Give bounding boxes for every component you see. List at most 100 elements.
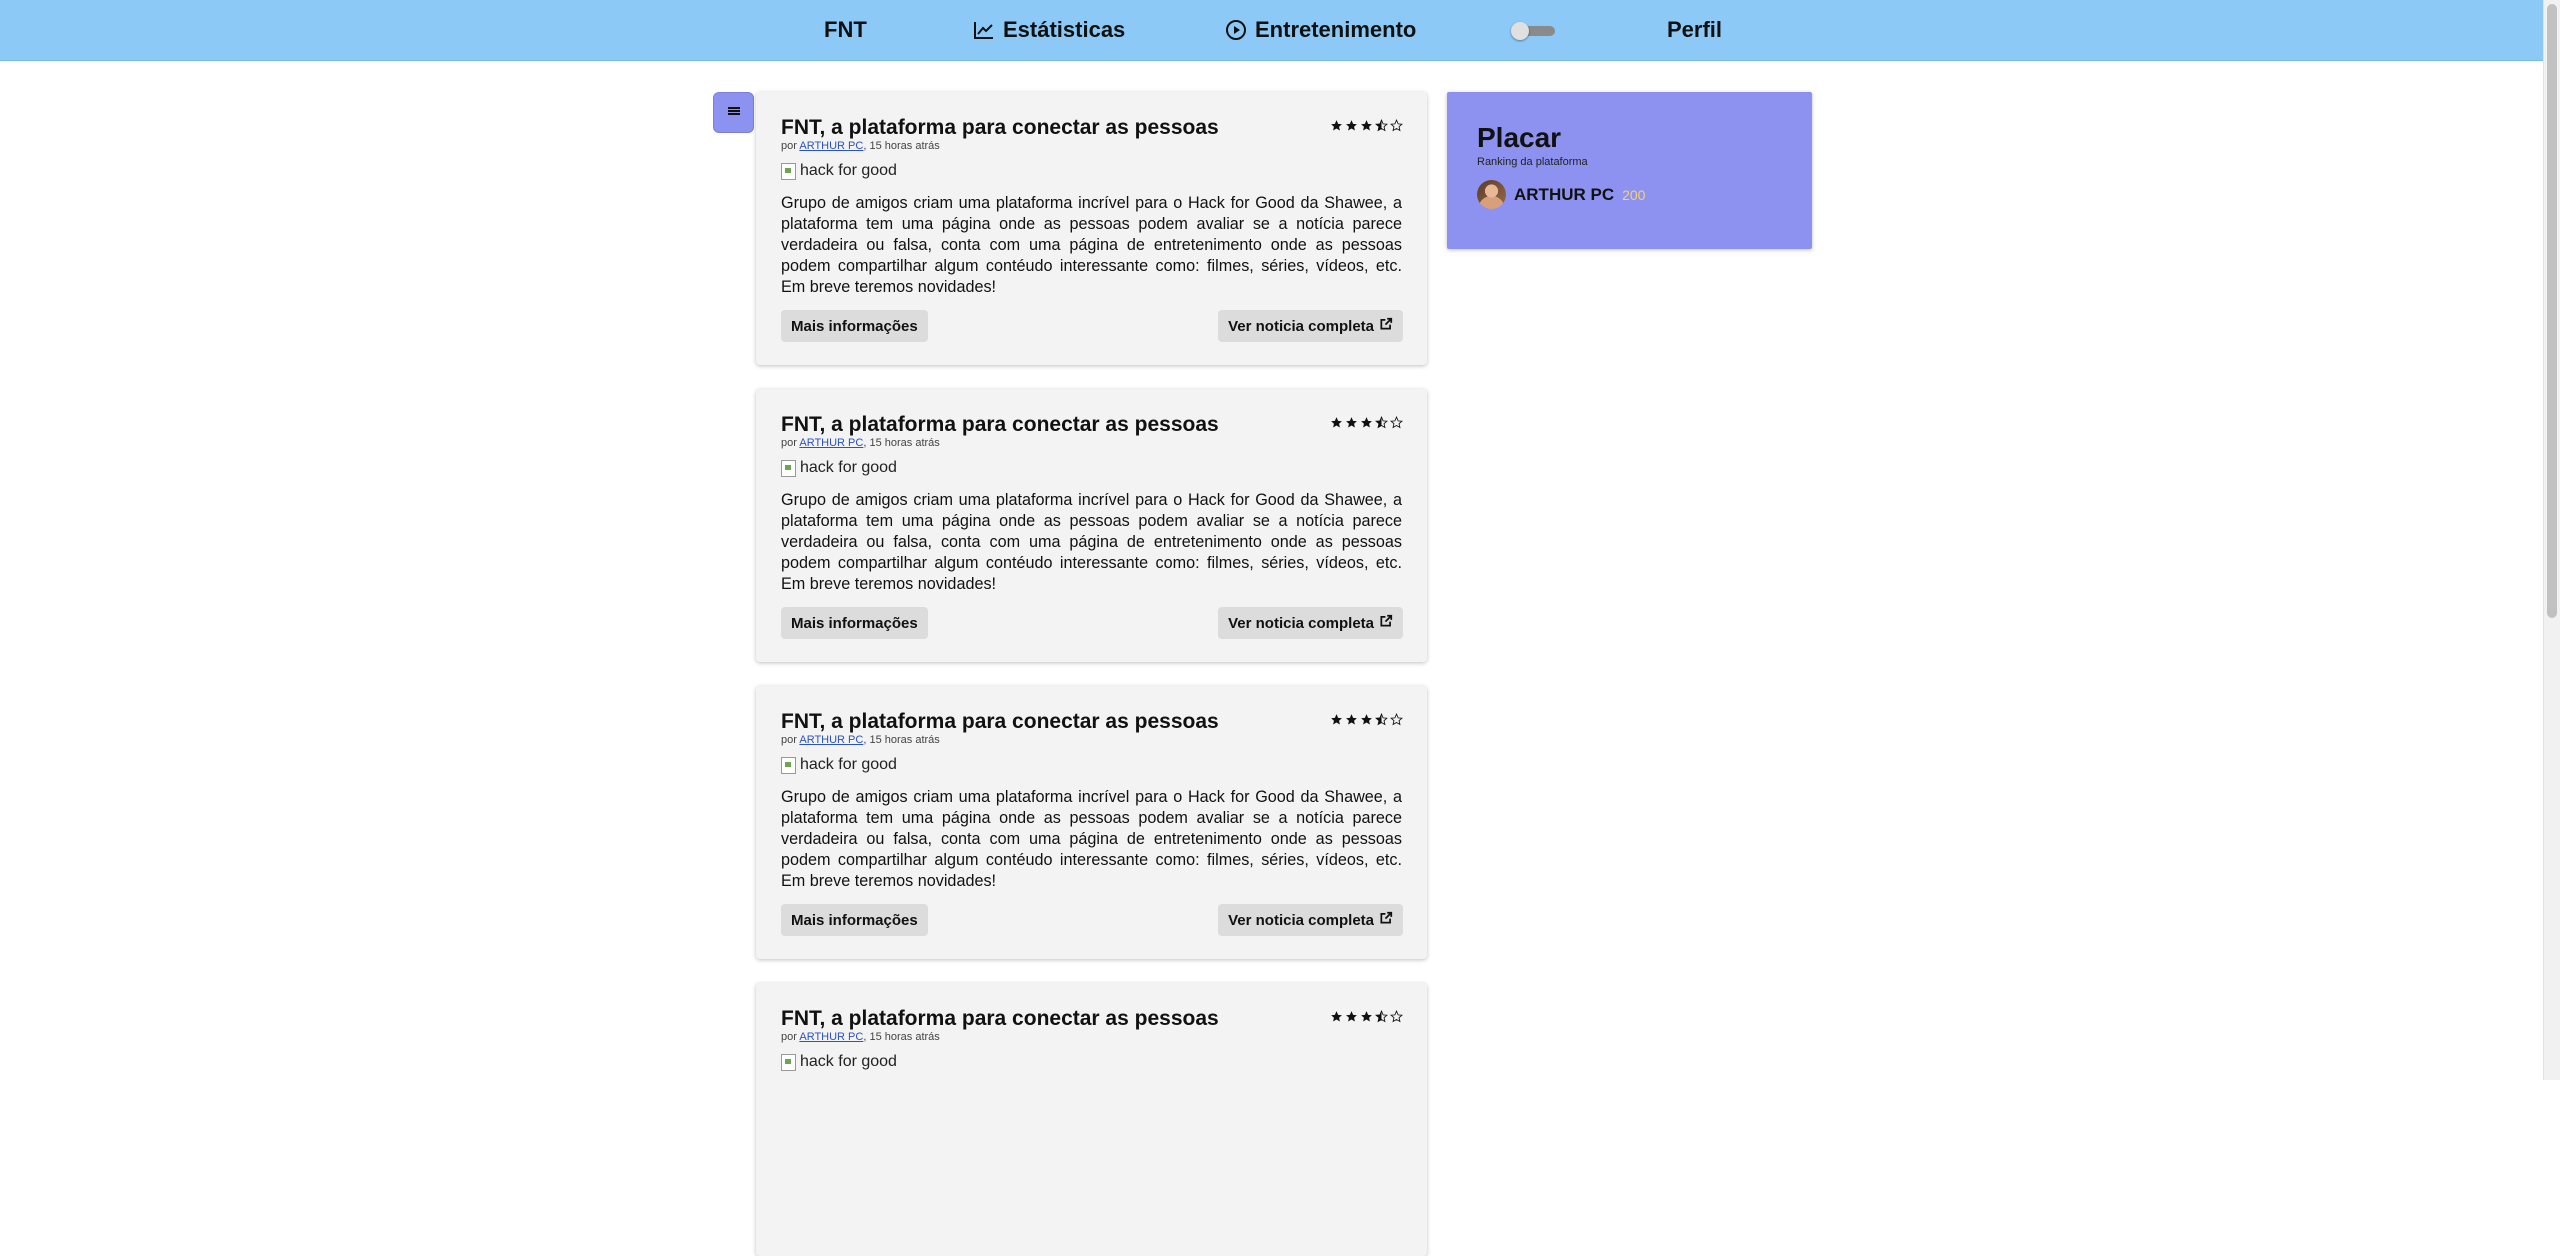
star-full-icon[interactable]	[1345, 1010, 1358, 1023]
nav-stats-label: Estátisticas	[1003, 17, 1126, 42]
external-link-icon	[1379, 317, 1393, 335]
star-full-icon[interactable]	[1345, 119, 1358, 132]
external-link-icon	[1379, 911, 1393, 929]
star-full-icon[interactable]	[1360, 1010, 1373, 1023]
star-full-icon[interactable]	[1345, 713, 1358, 726]
star-full-icon[interactable]	[1345, 416, 1358, 429]
star-full-icon[interactable]	[1360, 713, 1373, 726]
more-info-label: Mais informações	[791, 614, 918, 632]
page-scrollbar[interactable]	[2543, 0, 2560, 1080]
byline-prefix: por	[781, 1031, 797, 1043]
star-half-icon[interactable]	[1375, 119, 1388, 132]
nav-entertainment[interactable]: Entretenimento	[1225, 0, 1416, 60]
view-full-news-button[interactable]: Ver noticia completa	[1218, 310, 1403, 342]
nav-stats[interactable]: Estátisticas	[973, 0, 1125, 60]
news-card: FNT, a plataforma para conectar as pesso…	[756, 92, 1427, 365]
theme-toggle[interactable]	[1511, 22, 1555, 40]
nav-brand[interactable]: FNT	[824, 0, 867, 60]
scoreboard-subtitle: Ranking da plataforma	[1477, 156, 1588, 168]
brand-label: FNT	[824, 17, 867, 42]
star-full-icon[interactable]	[1360, 416, 1373, 429]
star-full-icon[interactable]	[1330, 119, 1343, 132]
avatar	[1477, 180, 1506, 209]
menu-button[interactable]	[713, 92, 754, 133]
view-full-news-button[interactable]: Ver noticia completa	[1218, 904, 1403, 936]
view-full-news-label: Ver noticia completa	[1228, 614, 1374, 632]
news-body: Grupo de amigos criam uma plataforma inc…	[781, 194, 1402, 296]
news-image-alt: hack for good	[800, 756, 897, 773]
news-title: FNT, a plataforma para conectar as pesso…	[781, 1007, 1219, 1030]
nav-profile-label: Perfil	[1667, 17, 1723, 42]
news-card: FNT, a plataforma para conectar as pesso…	[756, 983, 1427, 1256]
view-full-news-label: Ver noticia completa	[1228, 317, 1374, 335]
broken-image-icon	[781, 162, 796, 180]
menu-icon	[727, 104, 741, 122]
star-half-icon[interactable]	[1375, 1010, 1388, 1023]
star-full-icon[interactable]	[1330, 1010, 1343, 1023]
author-link[interactable]: ARTHUR PC	[799, 437, 863, 449]
more-info-button[interactable]: Mais informações	[781, 904, 928, 936]
star-empty-icon[interactable]	[1390, 119, 1403, 132]
news-image: hack for good	[781, 162, 897, 180]
star-empty-icon[interactable]	[1390, 1010, 1403, 1023]
news-image: hack for good	[781, 756, 897, 774]
view-full-news-button[interactable]: Ver noticia completa	[1218, 607, 1403, 639]
star-half-icon[interactable]	[1375, 416, 1388, 429]
news-card: FNT, a plataforma para conectar as pesso…	[756, 389, 1427, 662]
star-rating[interactable]	[1330, 119, 1403, 132]
star-rating[interactable]	[1330, 1010, 1403, 1023]
play-circle-icon	[1225, 19, 1247, 41]
toggle-knob	[1511, 22, 1529, 40]
more-info-button[interactable]: Mais informações	[781, 310, 928, 342]
news-byline: por ARTHUR PC, 15 horas atrás	[781, 140, 940, 152]
news-image: hack for good	[781, 1053, 897, 1071]
star-full-icon[interactable]	[1360, 119, 1373, 132]
external-link-icon	[1379, 614, 1393, 632]
scrollbar-thumb[interactable]	[2547, 4, 2557, 618]
star-full-icon[interactable]	[1330, 713, 1343, 726]
scoreboard-entry-points: 200	[1622, 186, 1646, 203]
news-byline: por ARTHUR PC, 15 horas atrás	[781, 437, 940, 449]
scoreboard-panel: Placar Ranking da plataforma ARTHUR PC 2…	[1447, 92, 1812, 249]
news-image-alt: hack for good	[800, 1053, 897, 1070]
news-title: FNT, a plataforma para conectar as pesso…	[781, 710, 1219, 733]
news-body: Grupo de amigos criam uma plataforma inc…	[781, 491, 1402, 593]
scoreboard-title: Placar	[1477, 122, 1562, 153]
news-image-alt: hack for good	[800, 459, 897, 476]
news-byline: por ARTHUR PC, 15 horas atrás	[781, 1031, 940, 1043]
more-info-label: Mais informações	[791, 911, 918, 929]
byline-time: , 15 horas atrás	[863, 734, 940, 746]
news-title: FNT, a plataforma para conectar as pesso…	[781, 413, 1219, 436]
news-byline: por ARTHUR PC, 15 horas atrás	[781, 734, 940, 746]
byline-prefix: por	[781, 140, 797, 152]
star-full-icon[interactable]	[1330, 416, 1343, 429]
nav-entertainment-label: Entretenimento	[1255, 17, 1417, 42]
byline-prefix: por	[781, 437, 797, 449]
author-link[interactable]: ARTHUR PC	[799, 734, 863, 746]
view-full-news-label: Ver noticia completa	[1228, 911, 1374, 929]
more-info-label: Mais informações	[791, 317, 918, 335]
author-link[interactable]: ARTHUR PC	[799, 1031, 863, 1043]
top-navbar: FNT Estátisticas Entretenimento Perfil	[0, 0, 2544, 61]
star-rating[interactable]	[1330, 416, 1403, 429]
more-info-button[interactable]: Mais informações	[781, 607, 928, 639]
news-title: FNT, a plataforma para conectar as pesso…	[781, 116, 1219, 139]
byline-time: , 15 horas atrás	[863, 1031, 940, 1043]
news-body: Grupo de amigos criam uma plataforma inc…	[781, 788, 1402, 890]
scoreboard-entry[interactable]: ARTHUR PC 200	[1477, 180, 1645, 209]
broken-image-icon	[781, 1053, 796, 1071]
news-image: hack for good	[781, 459, 897, 477]
scoreboard-entry-name: ARTHUR PC	[1514, 184, 1615, 204]
star-empty-icon[interactable]	[1390, 416, 1403, 429]
byline-time: , 15 horas atrás	[863, 437, 940, 449]
byline-time: , 15 horas atrás	[863, 140, 940, 152]
chart-line-icon	[973, 20, 995, 40]
star-half-icon[interactable]	[1375, 713, 1388, 726]
star-rating[interactable]	[1330, 713, 1403, 726]
nav-profile[interactable]: Perfil	[1667, 0, 1722, 60]
star-empty-icon[interactable]	[1390, 713, 1403, 726]
byline-prefix: por	[781, 734, 797, 746]
broken-image-icon	[781, 459, 796, 477]
author-link[interactable]: ARTHUR PC	[799, 140, 863, 152]
news-card: FNT, a plataforma para conectar as pesso…	[756, 686, 1427, 959]
